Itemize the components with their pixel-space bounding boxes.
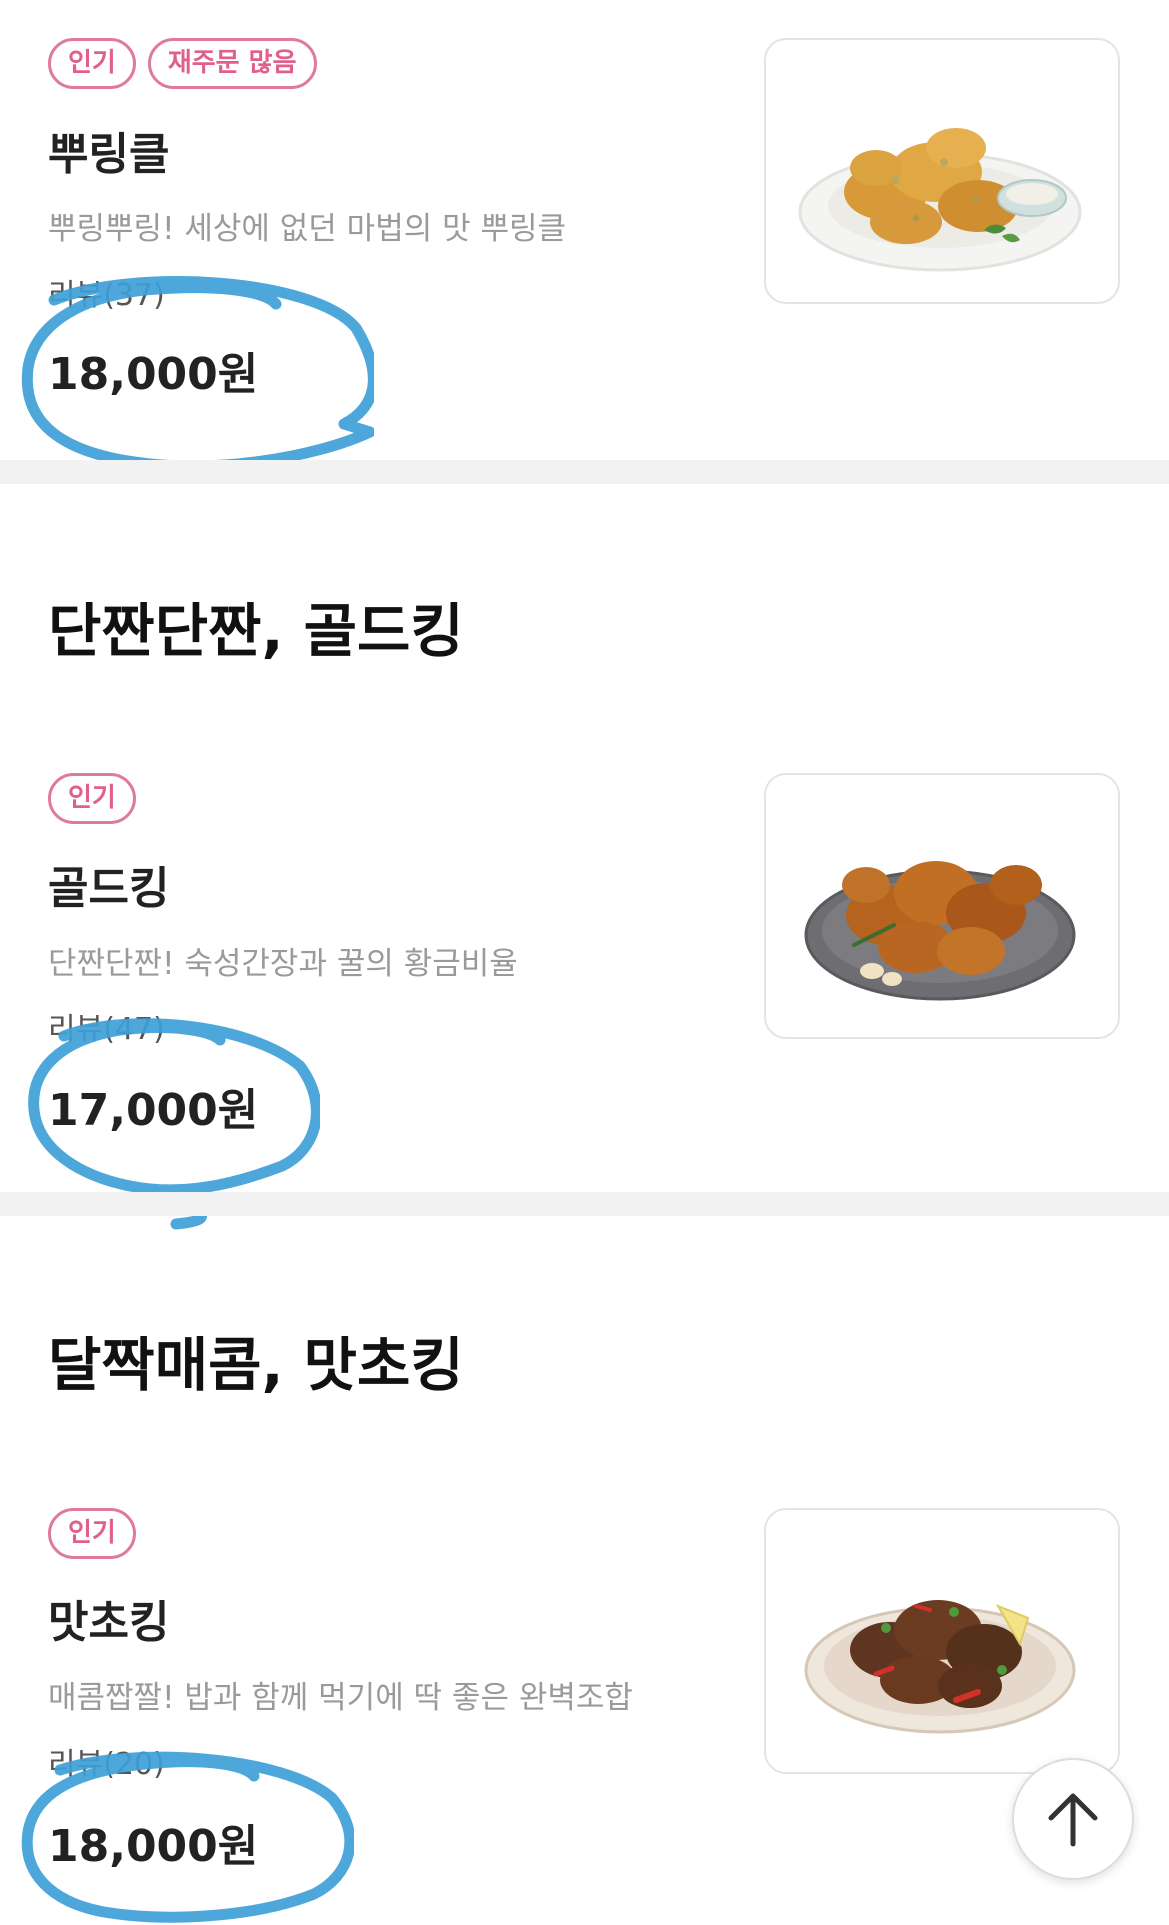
spicy-chicken-image bbox=[804, 1600, 1076, 1734]
item-price: 17,000원 bbox=[48, 1085, 259, 1136]
badge-group: 인기 재주문 많음 bbox=[48, 38, 317, 89]
badge-popular: 인기 bbox=[48, 1508, 136, 1559]
scroll-to-top-button[interactable] bbox=[1012, 1758, 1134, 1880]
item-description: 단짠단짠! 숙성간장과 꿀의 황금비율 bbox=[48, 946, 518, 982]
item-image[interactable] bbox=[764, 38, 1120, 304]
item-review-count[interactable]: 리뷰(20) bbox=[48, 1739, 165, 1783]
section-divider bbox=[0, 1192, 1169, 1216]
seasoned-chicken-with-dip-image bbox=[798, 128, 1082, 272]
badge-group: 인기 bbox=[48, 1508, 136, 1559]
item-review-count[interactable]: 리뷰(37) bbox=[48, 270, 165, 314]
item-review-count[interactable]: 리뷰(47) bbox=[48, 1004, 165, 1048]
item-price: 18,000원 bbox=[48, 349, 259, 400]
section-title-goldking: 단짠단짠, 골드킹 bbox=[48, 597, 464, 665]
menu-item-bburinkle[interactable]: 인기 재주문 많음 뿌링클 뿌링뿌링! 세상에 없던 마법의 맛 뿌링클 리뷰(… bbox=[0, 0, 1169, 460]
soy-honey-chicken-image bbox=[804, 861, 1076, 1001]
item-description: 매콤짭짤! 밥과 함께 먹기에 딱 좋은 완벽조합 bbox=[48, 1680, 633, 1716]
badge-popular: 인기 bbox=[48, 773, 136, 824]
badge-reorder: 재주문 많음 bbox=[147, 38, 317, 89]
item-description: 뿌링뿌링! 세상에 없던 마법의 맛 뿌링클 bbox=[48, 211, 567, 247]
badge-popular: 인기 bbox=[48, 38, 136, 89]
item-image[interactable] bbox=[764, 773, 1120, 1039]
item-image[interactable] bbox=[764, 1508, 1120, 1774]
menu-item-matchoking[interactable]: 인기 맛초킹 매콤짭짤! 밥과 함께 먹기에 딱 좋은 완벽조합 리뷰(20) … bbox=[0, 1476, 1169, 1925]
menu-item-goldking[interactable]: 인기 골드킹 단짠단짠! 숙성간장과 꿀의 황금비율 리뷰(47) 17,000… bbox=[0, 740, 1169, 1190]
badge-group: 인기 bbox=[48, 773, 136, 824]
item-price: 18,000원 bbox=[48, 1821, 259, 1872]
section-title-matchoking: 달짝매콤, 맛초킹 bbox=[48, 1331, 464, 1399]
item-name: 뿌링클 bbox=[48, 129, 170, 180]
section-divider bbox=[0, 460, 1169, 484]
item-name: 맛초킹 bbox=[48, 1597, 170, 1648]
arrow-up-icon bbox=[1048, 1793, 1098, 1847]
item-name: 골드킹 bbox=[48, 863, 170, 914]
